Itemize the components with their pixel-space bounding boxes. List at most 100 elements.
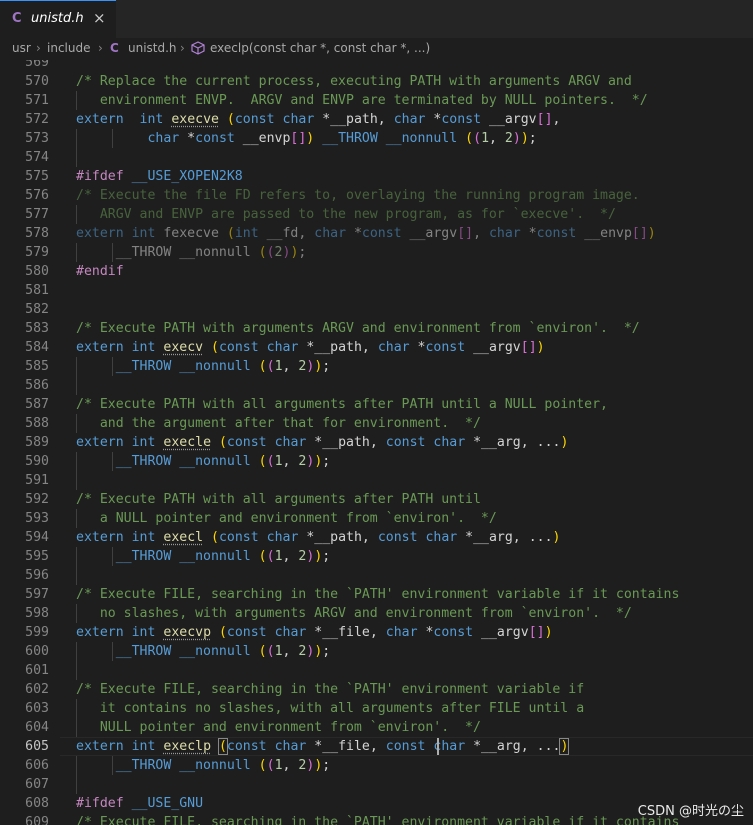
breadcrumb-item-usr[interactable]: usr — [12, 41, 31, 55]
code-line[interactable]: 588 and the argument after that for envi… — [0, 414, 753, 433]
indent-guide — [76, 661, 77, 680]
code-line[interactable]: 599 extern int execvp (const char *__file… — [0, 623, 753, 642]
code-line[interactable]: 583 /* Execute PATH with arguments ARGV a… — [0, 319, 753, 338]
code-line[interactable]: 586 — [0, 376, 753, 395]
code-line[interactable]: 578 extern int fexecve (int __fd, char *c… — [0, 224, 753, 243]
code-text: __THROW __nonnull ((1, 2)); — [76, 452, 331, 471]
line-number: 585 — [25, 359, 49, 374]
code-line[interactable]: 580 #endif — [0, 262, 753, 281]
breadcrumb-item-include[interactable]: include — [47, 41, 90, 55]
code-line[interactable]: 603 it contains no slashes, with all arg… — [0, 699, 753, 718]
code-token: a NULL pointer and environment from `env… — [76, 511, 497, 526]
code-line[interactable]: 584 extern int execv (const char *__path,… — [0, 338, 753, 357]
breadcrumb-item-file[interactable]: unistd.h — [128, 41, 177, 55]
code-token: ( — [266, 549, 275, 564]
code-token: ( — [258, 758, 267, 773]
code-line[interactable]: 575 #ifdef __USE_XOPEN2K8 — [0, 167, 753, 186]
code-line[interactable]: 597 /* Execute FILE, searching in the `PA… — [0, 585, 753, 604]
code-line[interactable]: 579 __THROW __nonnull ((2)); — [0, 243, 753, 262]
code-line[interactable]: 604 NULL pointer and environment from `e… — [0, 718, 753, 737]
code-line[interactable]: 606 __THROW __nonnull ((1, 2)); — [0, 756, 753, 775]
code-token: ; — [322, 758, 331, 773]
code-text: extern int execvp (const char *__file, c… — [76, 623, 553, 642]
line-number: 584 — [25, 340, 49, 355]
code-token: ) — [536, 340, 545, 355]
code-token: __nonnull — [179, 454, 251, 469]
code-text: extern int execle (const char *__path, c… — [76, 433, 568, 452]
code-token: 1 — [274, 359, 283, 374]
code-line[interactable]: 589 extern int execle (const char *__path… — [0, 433, 753, 452]
code-token: ( — [217, 738, 228, 755]
code-text: /* Execute PATH with arguments ARGV and … — [76, 319, 640, 338]
code-line[interactable]: 571 environment ENVP. ARGV and ENVP are … — [0, 91, 753, 110]
code-line[interactable]: 595 __THROW __nonnull ((1, 2)); — [0, 547, 753, 566]
code-token: ( — [258, 644, 267, 659]
code-line[interactable]: 590 __THROW __nonnull ((1, 2)); — [0, 452, 753, 471]
code-token: char — [274, 435, 307, 450]
code-line[interactable]: 570 /* Replace the current process, execu… — [0, 72, 753, 91]
code-token: int — [234, 226, 259, 241]
indent-guide — [76, 566, 77, 585]
chevron-right-icon: › — [98, 41, 103, 55]
code-text: extern int fexecve (int __fd, char *cons… — [76, 224, 656, 243]
close-icon[interactable]: × — [93, 9, 106, 27]
code-token: #endif — [76, 264, 124, 279]
code-line[interactable]: 598 no slashes, with arguments ARGV and … — [0, 604, 753, 623]
code-line[interactable]: 573 char *const __envp[]) __THROW __nonn… — [0, 129, 753, 148]
indent-guide — [76, 471, 77, 490]
line-number: 592 — [25, 492, 49, 507]
code-line[interactable]: 602 /* Execute FILE, searching in the `PA… — [0, 680, 753, 699]
line-number: 569 — [25, 60, 49, 70]
code-token: 1 — [481, 131, 490, 146]
line-number: 598 — [25, 606, 49, 621]
code-token: /* Execute PATH with all arguments after… — [76, 397, 608, 412]
code-token: 1 — [274, 549, 283, 564]
code-token: extern — [76, 226, 124, 241]
code-token: ) — [512, 131, 521, 146]
code-line[interactable]: 569 — [0, 60, 753, 72]
code-token: __argv — [465, 340, 521, 355]
code-text: /* Execute FILE, searching in the `PATH'… — [76, 680, 584, 699]
code-line[interactable]: 600 __THROW __nonnull ((1, 2)); — [0, 642, 753, 661]
code-line[interactable]: 593 a NULL pointer and environment from … — [0, 509, 753, 528]
code-token: * — [520, 226, 537, 241]
code-token: __THROW — [115, 758, 172, 773]
code-line[interactable]: 605 extern int execlp (const char *__file… — [0, 737, 753, 756]
code-token: [] — [290, 131, 307, 146]
code-token: *__path, — [306, 435, 386, 450]
code-token: environment ENVP. ARGV and ENVP are term… — [76, 93, 648, 108]
code-line[interactable]: 574 — [0, 148, 753, 167]
code-line[interactable]: 601 — [0, 661, 753, 680]
code-token: __envp — [234, 131, 291, 146]
tab-unistd-h[interactable]: C unistd.h × — [0, 0, 116, 38]
code-line[interactable]: 585 __THROW __nonnull ((1, 2)); — [0, 357, 753, 376]
code-line[interactable]: 582 — [0, 300, 753, 319]
code-token: char — [385, 625, 418, 640]
code-line[interactable]: 594 extern int execl (const char *__path,… — [0, 528, 753, 547]
code-line[interactable]: 592 /* Execute PATH with all arguments af… — [0, 490, 753, 509]
code-line[interactable]: 596 — [0, 566, 753, 585]
code-token: const — [226, 625, 267, 640]
code-token: ) — [560, 435, 569, 450]
code-line[interactable]: 581 — [0, 281, 753, 300]
code-line[interactable]: 591 — [0, 471, 753, 490]
code-token: /* Execute the file FD refers to, overla… — [76, 188, 640, 203]
code-line[interactable]: 607 — [0, 775, 753, 794]
code-line[interactable]: 572 extern int execve (const char *__path… — [0, 110, 753, 129]
breadcrumb-item-symbol[interactable]: execlp(const char *, const char *, ...) — [210, 41, 430, 55]
code-token: execv — [163, 340, 204, 355]
code-line[interactable]: 577 ARGV and ENVP are passed to the new … — [0, 205, 753, 224]
code-line[interactable]: 587 /* Execute PATH with all arguments af… — [0, 395, 753, 414]
code-editor[interactable]: 569 570 /* Replace the current process, ex… — [0, 60, 753, 825]
code-line[interactable]: 576 /* Execute the file FD refers to, ove… — [0, 186, 753, 205]
code-text: extern int execlp (const char *__file, c… — [76, 737, 570, 756]
